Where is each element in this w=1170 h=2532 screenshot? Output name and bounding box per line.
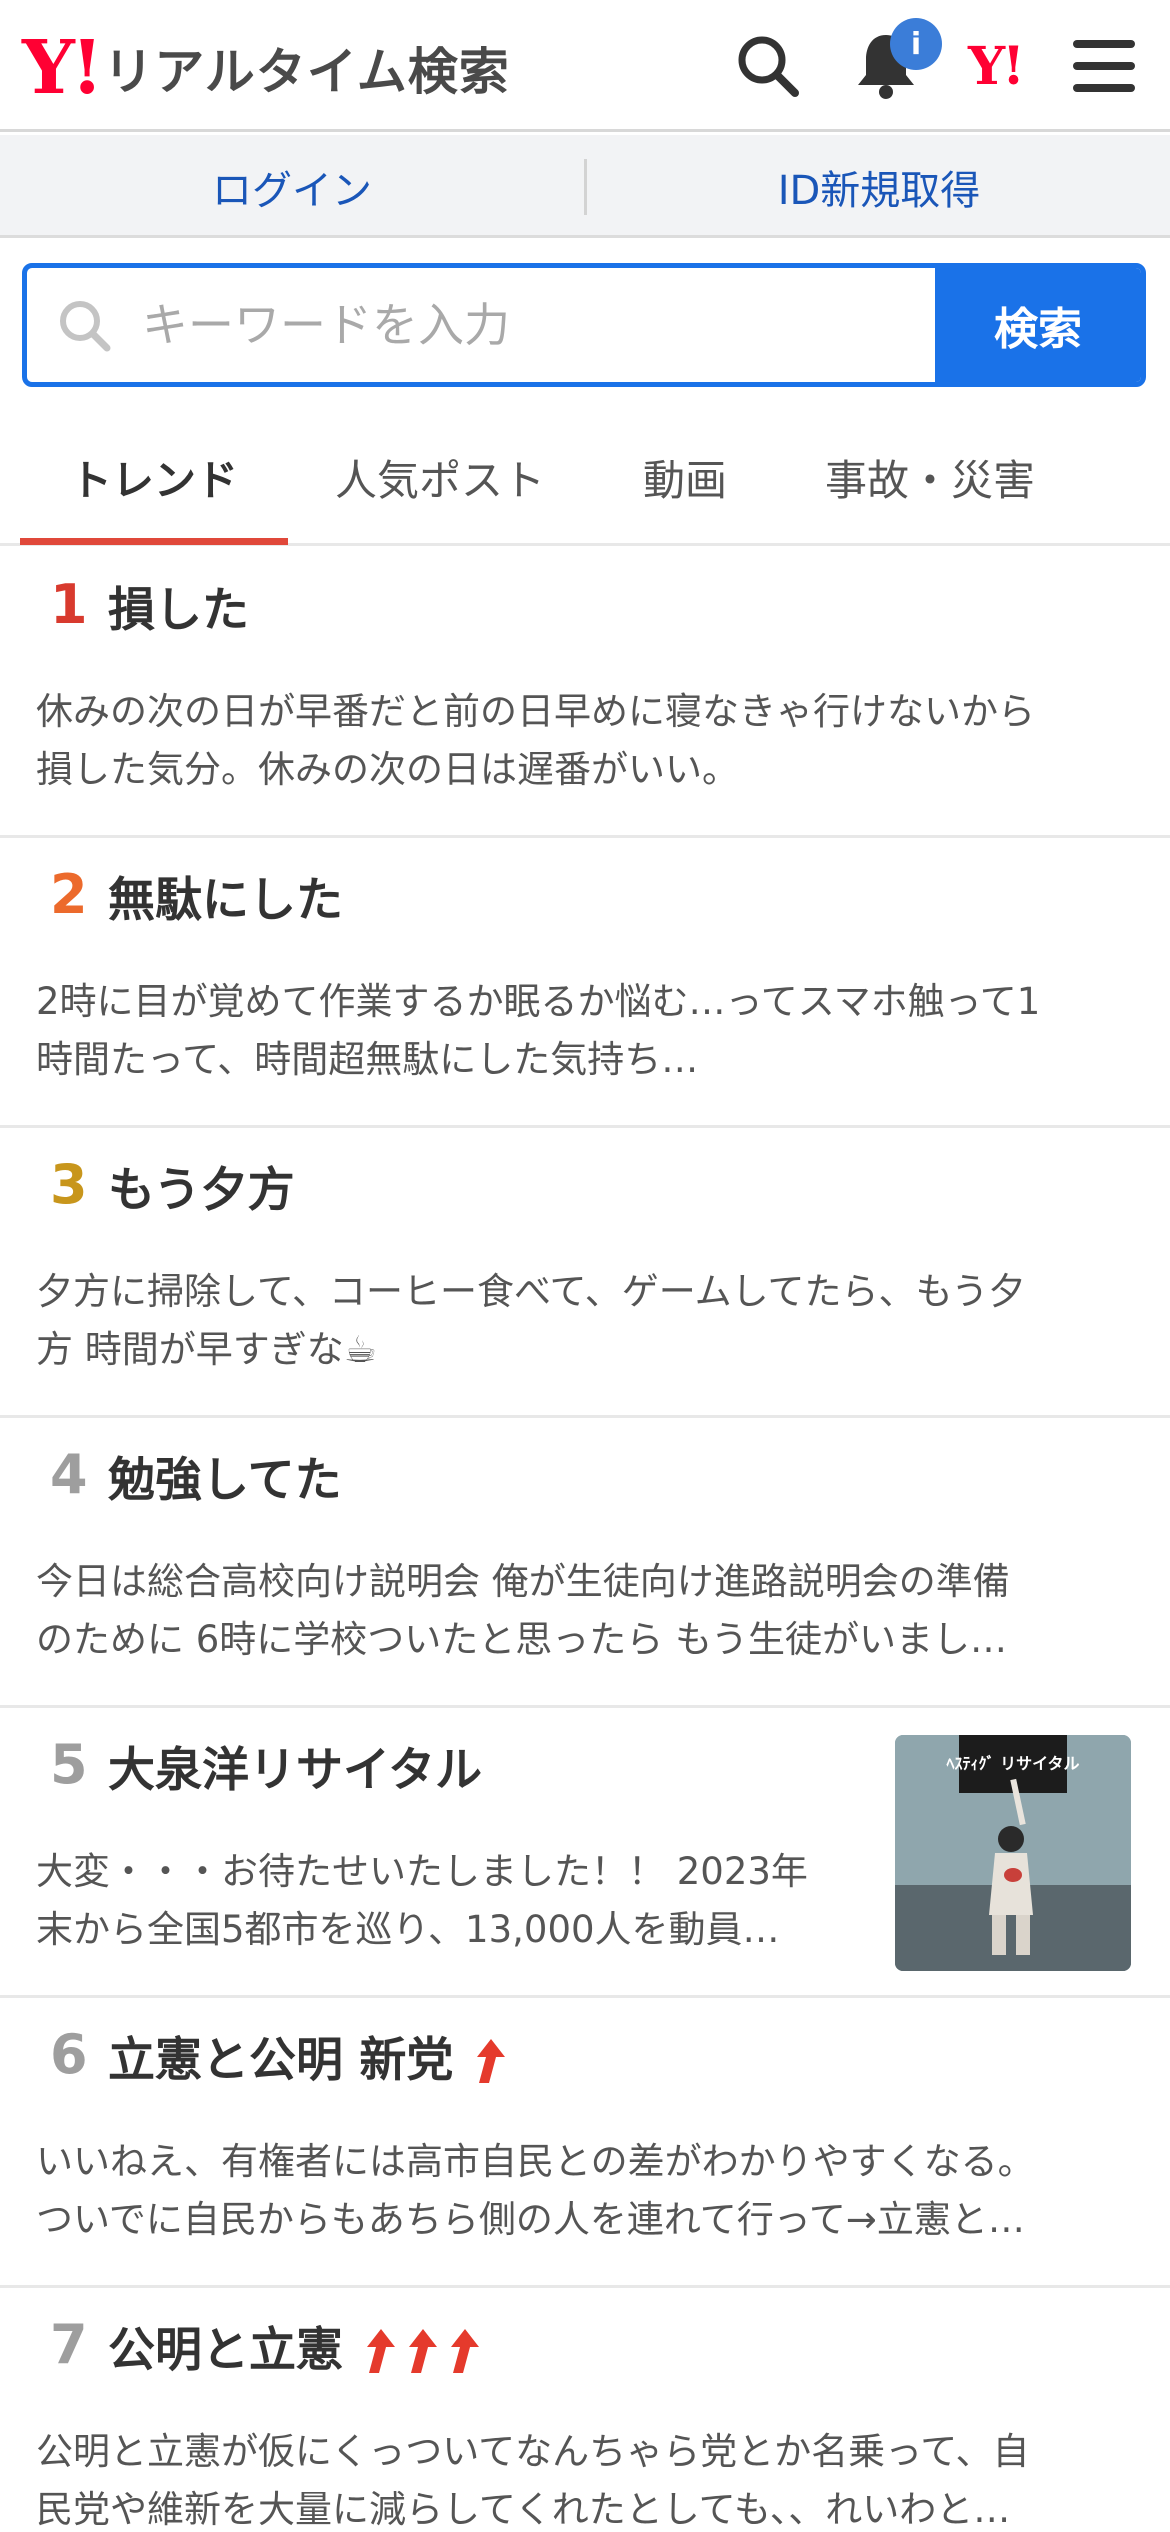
trend-description-line: 公明と立憲が仮にくっついてなんちゃら党とか名乗って、自 [36, 2430, 1030, 2473]
trend-description-line: 2時に目が覚めて作業するか眠るか悩む…ってスマホ触って1 [36, 980, 1041, 1023]
yahoo-logo-mark: Y! [22, 25, 103, 111]
search-input[interactable] [142, 286, 912, 364]
trend-rank: 4 [50, 1443, 88, 1506]
trend-description: いいねえ、有権者には高市自民との差がわかりやすくなる。 ついでに自民からもあちら… [36, 2133, 1126, 2249]
trend-title: 勉強してた [108, 1453, 342, 1508]
trend-rank: 7 [50, 2313, 88, 2376]
active-tab-indicator [20, 538, 288, 545]
trend-item[interactable]: 7 公明と立憲 公明と立憲が仮にくっついてなんちゃら党とか名乗って、自 民党や維… [0, 2288, 1170, 2532]
trend-description: 休みの次の日が早番だと前の日早めに寝なきゃ行けないから 損した気分。休みの次の日… [36, 683, 1126, 799]
trend-rank: 6 [50, 2023, 88, 2086]
trend-item[interactable]: 3 もう夕方 夕方に掃除して、コーヒー食べて、ゲームしてたら、もう夕 方 時間が… [0, 1128, 1170, 1418]
trend-rank: 2 [50, 863, 88, 926]
trend-title: 無駄にした [108, 873, 343, 928]
app-header: Y! リアルタイム検索 i Y! [0, 0, 1170, 132]
tab-accidents-disasters[interactable]: 事故・災害 [790, 408, 1070, 546]
yahoo-realtime-logo[interactable]: Y! リアルタイム検索 [22, 28, 510, 108]
trend-description-line: 時間たって、時間超無駄にした気持ち… [36, 1038, 699, 1081]
trend-rank: 1 [50, 573, 88, 636]
trend-title: 大泉洋リサイタル [108, 1743, 483, 1798]
trend-description: 大変・・・お待たせいたしました！！ 2023年 末から全国5都市を巡り、13,0… [36, 1843, 866, 1959]
thumbnail-logo-text: ﾍｽﾃｨｸﾞ リサイタル [946, 1754, 1080, 1773]
trend-title: 損した [108, 583, 249, 638]
trend-title: 立憲と公明 新党 [108, 2033, 509, 2088]
rising-arrow-icon [367, 2329, 395, 2374]
tab-videos[interactable]: 動画 [590, 408, 780, 546]
login-bar: ログイン ID新規取得 [0, 135, 1170, 238]
hamburger-menu-icon[interactable] [1064, 26, 1144, 106]
trend-title: もう夕方 [108, 1163, 295, 1218]
trend-title: 公明と立憲 [108, 2323, 483, 2378]
trend-rank: 3 [50, 1153, 88, 1216]
trend-description-line: 民党や維新を大量に減らしてくれたとしても、、れいわと… [36, 2488, 1011, 2531]
trend-description-line: 休みの次の日が早番だと前の日早めに寝なきゃ行けないから [36, 690, 1035, 733]
trend-description-line: 損した気分。休みの次の日は遅番がいい。 [36, 748, 739, 791]
logo-text: リアルタイム検索 [103, 43, 510, 101]
trend-title-text: 立憲と公明 新党 [108, 2033, 454, 2088]
trend-description-line: いいねえ、有権者には高市自民との差がわかりやすくなる。 [36, 2140, 1035, 2183]
search-button[interactable]: 検索 [935, 268, 1141, 382]
yahoo-japan-icon[interactable]: Y! [968, 36, 1025, 97]
trend-description-line: のために 6時に学校ついたと思ったら もう生徒がいまし… [36, 1618, 1007, 1661]
trend-item[interactable]: 6 立憲と公明 新党 いいねえ、有権者には高市自民との差がわかりやすくなる。 つ… [0, 1998, 1170, 2288]
trend-description: 公明と立憲が仮にくっついてなんちゃら党とか名乗って、自 民党や維新を大量に減らし… [36, 2423, 1126, 2532]
trend-description: 夕方に掃除して、コーヒー食べて、ゲームしてたら、もう夕 方 時間が早すぎな☕ 󠄀 [36, 1263, 1126, 1379]
trend-description: 2時に目が覚めて作業するか眠るか悩む…ってスマホ触って1 時間たって、時間超無駄… [36, 973, 1126, 1089]
search-field [27, 268, 935, 382]
rising-arrow-icon [477, 2039, 506, 2084]
trend-item[interactable]: 4 勉強してた 今日は総合高校向け説明会 俺が生徒向け進路説明会の準備 のために… [0, 1418, 1170, 1708]
trend-description: 今日は総合高校向け説明会 俺が生徒向け進路説明会の準備 のために 6時に学校つい… [36, 1553, 1126, 1669]
trend-item[interactable]: 1 損した 休みの次の日が早番だと前の日早めに寝なきゃ行けないから 損した気分。… [0, 548, 1170, 838]
tab-trend[interactable]: トレンド [20, 408, 288, 546]
trend-description-line: 今日は総合高校向け説明会 俺が生徒向け進路説明会の準備 [36, 1560, 1010, 1603]
trend-description-line: 夕方に掃除して、コーヒー食べて、ゲームしてたら、もう夕 [36, 1270, 1026, 1313]
trend-description-line: 末から全国5都市を巡り、13,000人を動員… [36, 1908, 780, 1951]
rising-arrow-icon [409, 2329, 437, 2374]
login-link[interactable]: ログイン [0, 135, 584, 238]
rising-arrow-icon [451, 2329, 479, 2374]
trend-description-line: ついでに自民からもあちら側の人を連れて行って→立憲と… [36, 2198, 1025, 2241]
category-tabs: トレンド 人気ポスト 動画 事故・災害 [0, 408, 1170, 546]
trend-thumbnail-image[interactable]: ﾍｽﾃｨｸﾞ リサイタル [895, 1735, 1131, 1971]
tab-popular-posts[interactable]: 人気ポスト [300, 408, 580, 546]
trend-description-line: 大変・・・お待たせいたしました！！ 2023年 [36, 1850, 808, 1893]
register-link[interactable]: ID新規取得 [587, 135, 1170, 238]
rising-arrows [357, 2327, 483, 2375]
search-icon[interactable] [728, 26, 808, 106]
trend-item[interactable]: 2 無駄にした 2時に目が覚めて作業するか眠るか悩む…ってスマホ触って1 時間た… [0, 838, 1170, 1128]
search-input-icon [60, 301, 111, 352]
search-box: 検索 [22, 263, 1146, 387]
trend-rank: 5 [50, 1733, 88, 1796]
trend-item[interactable]: 5 大泉洋リサイタル 大変・・・お待たせいたしました！！ 2023年 末から全国… [0, 1708, 1170, 1998]
trend-description-line: 方 時間が早すぎな☕ 󠄀 [36, 1328, 389, 1371]
notification-badge: i [890, 18, 942, 70]
rising-arrows [467, 2037, 509, 2085]
trend-title-text: 公明と立憲 [108, 2323, 343, 2378]
